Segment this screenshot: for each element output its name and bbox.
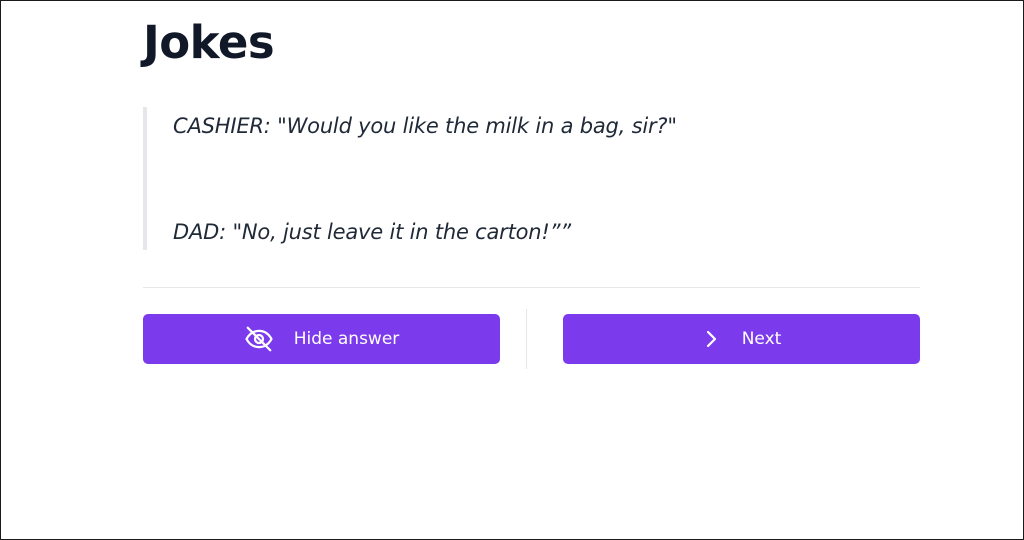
joke-answer: DAD: "No, just leave it in the carton!”” [173,220,571,244]
joke-blockquote: CASHIER: "Would you like the milk in a b… [143,107,903,250]
hide-answer-button[interactable]: Hide answer [143,314,500,364]
page-title: Jokes [143,16,275,69]
joke-question: CASHIER: "Would you like the milk in a b… [173,114,677,138]
eye-off-icon [244,324,274,354]
horizontal-divider [143,287,920,288]
chevron-right-icon [702,329,720,349]
vertical-divider [526,309,527,369]
hide-answer-label: Hide answer [293,329,400,349]
next-label: Next [741,329,782,349]
next-button[interactable]: Next [563,314,920,364]
